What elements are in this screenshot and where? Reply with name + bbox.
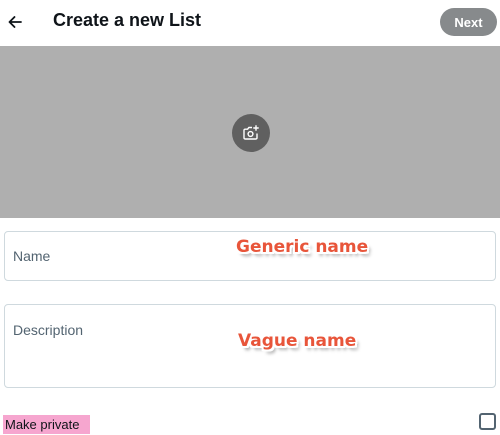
- description-annotation: Vague name: [238, 331, 357, 351]
- name-field-label: Name: [13, 248, 51, 264]
- camera-plus-icon: [243, 125, 259, 140]
- create-list-screen: Create a new List Next Name Generic name…: [0, 0, 500, 435]
- page-title: Create a new List: [53, 10, 202, 30]
- name-annotation: Generic name: [236, 237, 369, 257]
- description-field-label: Description: [13, 322, 84, 338]
- make-private-label: Make private: [3, 415, 91, 434]
- next-button[interactable]: Next: [440, 8, 497, 36]
- header: Create a new List Next: [0, 0, 500, 46]
- arrow-left-icon: [8, 16, 22, 28]
- add-banner-photo-button[interactable]: [232, 114, 270, 152]
- back-button[interactable]: [0, 4, 30, 40]
- banner-image-area: [0, 46, 500, 218]
- make-private-checkbox[interactable]: [479, 413, 496, 430]
